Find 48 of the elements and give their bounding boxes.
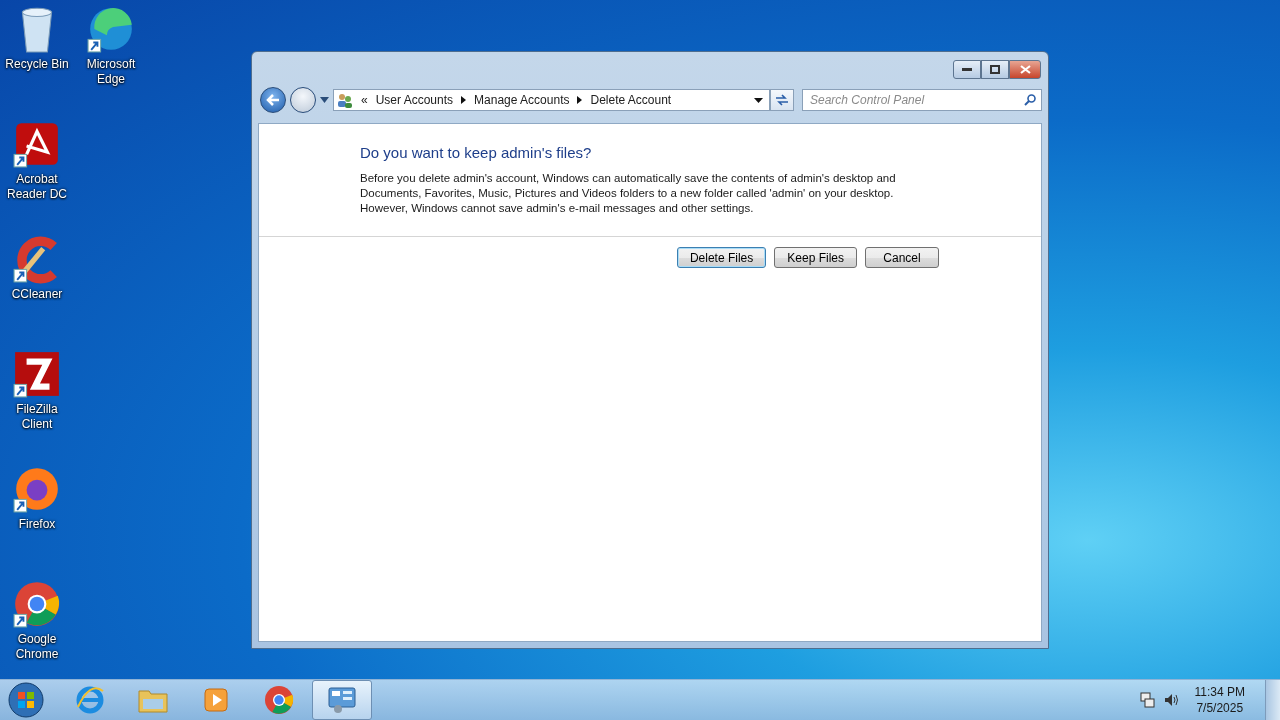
desktop-icon-label[interactable]: FileZilla Client: [1, 402, 73, 432]
breadcrumb-item[interactable]: User Accounts: [375, 93, 454, 107]
close-button[interactable]: [1009, 60, 1041, 79]
chrome-icon: [263, 684, 295, 716]
clock-time: 11:34 PM: [1194, 684, 1245, 700]
application-icon[interactable]: [12, 349, 62, 399]
refresh-icon: [775, 94, 789, 106]
minimize-button[interactable]: [953, 60, 981, 79]
maximize-button[interactable]: [981, 60, 1009, 79]
users-icon: [337, 92, 353, 108]
desktop-icon-label[interactable]: Firefox: [1, 517, 73, 532]
network-icon[interactable]: [1138, 692, 1155, 708]
forward-button[interactable]: [290, 87, 316, 113]
speaker-icon[interactable]: [1162, 692, 1179, 708]
breadcrumb-item[interactable]: Manage Accounts: [474, 93, 570, 107]
dropdown-arrow-icon[interactable]: [754, 97, 763, 103]
desktop-icon-label[interactable]: Microsoft Edge: [75, 57, 147, 87]
desktop-icon-label[interactable]: Acrobat Reader DC: [1, 172, 73, 202]
start-button[interactable]: [6, 680, 46, 720]
dialog-button[interactable]: Keep Files: [774, 247, 857, 268]
chevron-right-icon[interactable]: [461, 96, 467, 104]
back-arrow-icon: [266, 94, 280, 106]
minimize-icon: [962, 67, 972, 72]
dialog-button[interactable]: Cancel: [865, 247, 939, 268]
clock-date: 7/5/2025: [1196, 700, 1244, 716]
close-icon: [1019, 65, 1031, 74]
desktop-icon-label[interactable]: Recycle Bin: [1, 57, 73, 72]
dialog-heading: Do you want to keep admin's files?: [360, 144, 593, 161]
windows-logo-icon: [8, 682, 44, 718]
dialog-description: Before you delete admin's account, Windows can automatically save the contents of admin's desktop and Documents, Favorites, Music, Pictures and Videos folders to a new folder called 'admin' on your desktop. However, Windows cannot save admin's e-mail messages and other settings.: [360, 171, 897, 216]
chevron-right-icon[interactable]: [577, 96, 583, 104]
clock[interactable]: 11:34 PM 7/5/2025: [1194, 684, 1245, 716]
search-field[interactable]: Search Control Panel: [802, 89, 1042, 111]
back-button[interactable]: [260, 87, 286, 113]
dialog-button[interactable]: Delete Files: [676, 247, 767, 268]
address-bar[interactable]: « User Accounts Manage Accounts Delete Account: [333, 89, 770, 111]
refresh-button[interactable]: [770, 89, 794, 111]
media-player-icon: [202, 686, 230, 714]
desktop-icon-label[interactable]: Google Chrome: [1, 632, 73, 662]
application-icon[interactable]: [12, 579, 62, 629]
breadcrumb-item[interactable]: «: [361, 93, 368, 107]
control-panel-icon: [326, 685, 358, 715]
restore-icon: [990, 65, 1000, 74]
browser-icon: [75, 685, 105, 715]
desktop-icon-label[interactable]: CCleaner: [1, 287, 73, 302]
search-icon: [1024, 94, 1036, 106]
breadcrumb-item[interactable]: Delete Account: [590, 93, 672, 107]
taskbar-app-button[interactable]: [312, 680, 372, 720]
